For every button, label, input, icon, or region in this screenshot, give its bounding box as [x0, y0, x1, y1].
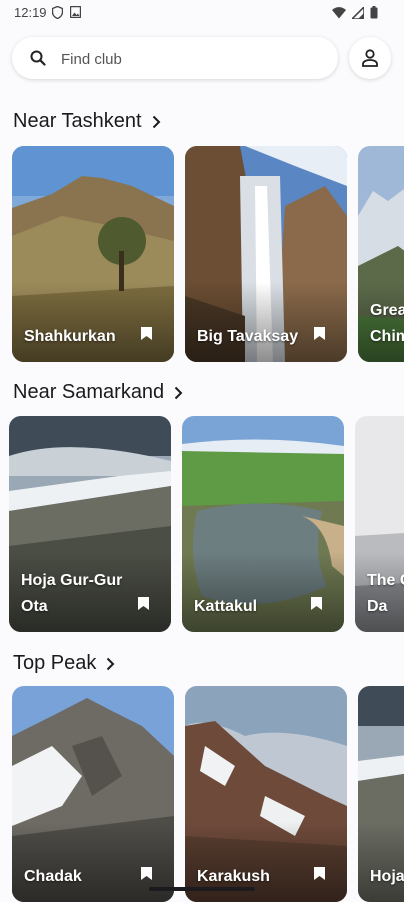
- card-title: Hoja Gur: [370, 868, 404, 885]
- chevron-right-icon: [174, 386, 183, 399]
- card-row-top-peak[interactable]: Chadak Karakush Hoja Gur: [0, 686, 404, 902]
- bookmark-icon[interactable]: [314, 867, 325, 880]
- shield-icon: [52, 6, 63, 19]
- section-header-near-tashkent[interactable]: Near Tashkent: [13, 110, 161, 133]
- section-header-top-peak[interactable]: Top Peak: [13, 652, 115, 675]
- status-bar: 12:19: [0, 0, 404, 26]
- card-title: The Gorge of Da: [367, 572, 404, 615]
- bookmark-icon[interactable]: [141, 327, 152, 340]
- chevron-right-icon: [152, 115, 161, 128]
- club-card-shahkurkan[interactable]: Shahkurkan: [12, 146, 174, 362]
- card-row-near-tashkent[interactable]: Shahkurkan Big Tavaksay Great Chimgan: [0, 146, 404, 362]
- search-input[interactable]: [59, 47, 313, 71]
- search-icon: [30, 50, 46, 66]
- signal-icon: [352, 6, 364, 19]
- club-card-gorge[interactable]: The Gorge of Da: [355, 416, 404, 632]
- club-card-chadak[interactable]: Chadak: [12, 686, 174, 902]
- profile-button[interactable]: [349, 37, 391, 79]
- card-title: Big Tavaksay: [197, 328, 299, 345]
- card-title: Great Chimgan: [370, 302, 404, 345]
- section-title: Near Samarkand: [13, 381, 165, 403]
- card-row-near-samarkand[interactable]: Hoja Gur-Gur Ota Kattakul The Gorge of D…: [0, 416, 404, 632]
- section-title: Near Tashkent: [13, 110, 142, 132]
- card-title: Shahkurkan: [24, 328, 116, 345]
- card-title: Hoja Gur-Gur Ota: [21, 572, 123, 615]
- status-time: 12:19: [14, 5, 47, 20]
- section-title: Top Peak: [13, 652, 97, 674]
- bookmark-icon[interactable]: [314, 327, 325, 340]
- club-card-great-chimgan[interactable]: Great Chimgan: [358, 146, 404, 362]
- person-icon: [362, 49, 378, 67]
- bookmark-icon[interactable]: [141, 867, 152, 880]
- club-card-hoja-gur[interactable]: Hoja Gur: [358, 686, 404, 902]
- image-notification-icon: [70, 6, 81, 18]
- card-title: Kattakul: [194, 598, 258, 615]
- wifi-icon: [332, 6, 346, 19]
- section-header-near-samarkand[interactable]: Near Samarkand: [13, 381, 183, 404]
- bookmark-icon[interactable]: [311, 597, 322, 610]
- search-bar[interactable]: [12, 37, 338, 79]
- club-card-karakush[interactable]: Karakush: [185, 686, 347, 902]
- club-card-hoja-gur-gur-ota[interactable]: Hoja Gur-Gur Ota: [9, 416, 171, 632]
- battery-icon: [370, 6, 378, 19]
- card-title: Chadak: [24, 868, 82, 885]
- club-card-kattakul[interactable]: Kattakul: [182, 416, 344, 632]
- chevron-right-icon: [107, 657, 115, 670]
- club-card-big-tavaksay[interactable]: Big Tavaksay: [185, 146, 347, 362]
- gesture-handle[interactable]: [149, 887, 255, 891]
- bookmark-icon[interactable]: [138, 597, 149, 610]
